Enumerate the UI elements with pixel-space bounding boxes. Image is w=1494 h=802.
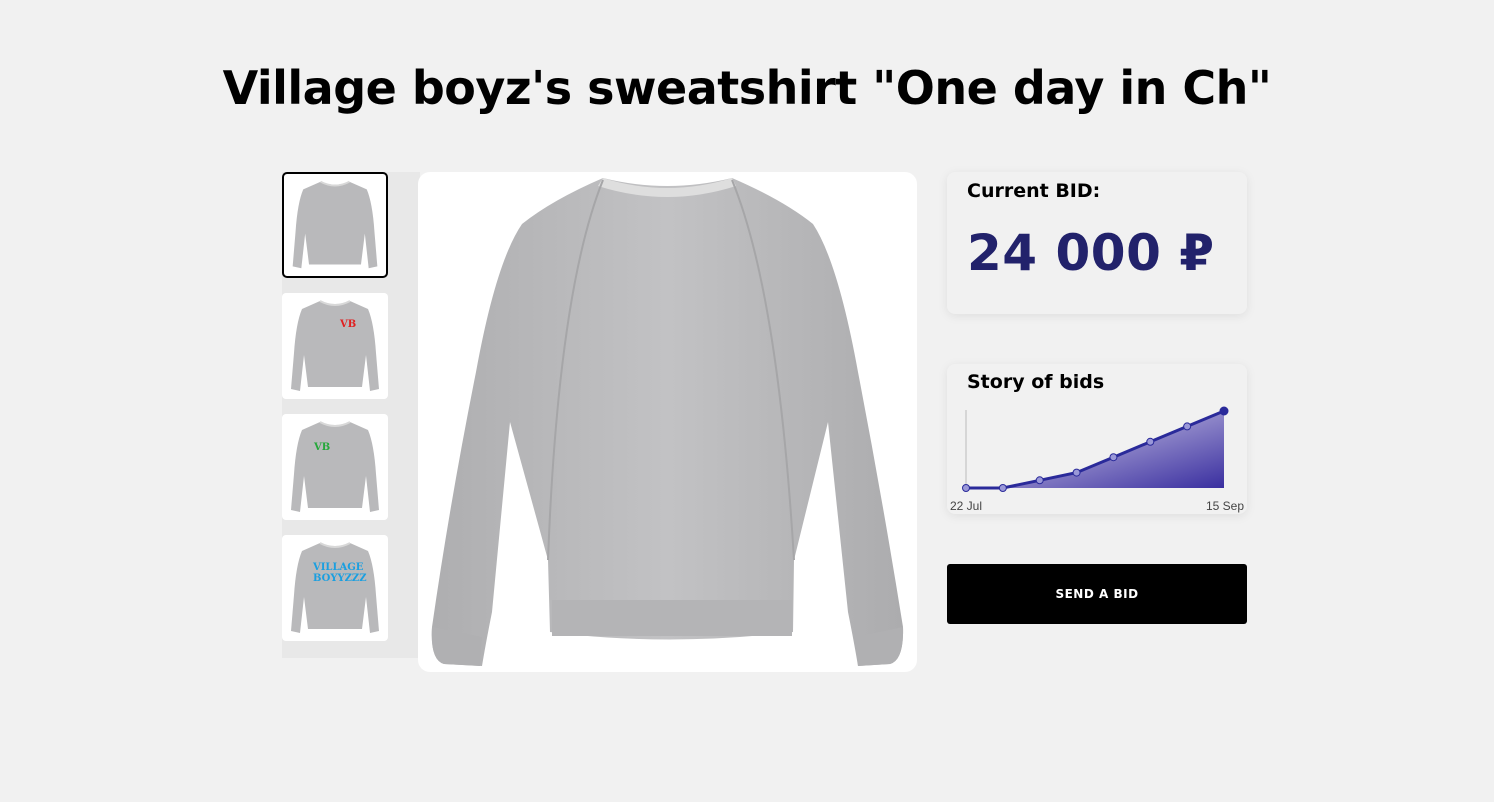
bid-point[interactable]	[962, 484, 970, 492]
thumbnail-4[interactable]: VILLAGE BOYYZZZ	[282, 535, 388, 641]
bid-history-card: Story of bids 22 Jul 15 Sep	[947, 364, 1247, 514]
thumbnail-3[interactable]: VB	[282, 414, 388, 520]
current-bid-card: Current BID: 24 000 ₽	[947, 172, 1247, 314]
current-bid-label: Current BID:	[967, 180, 1101, 202]
bid-point[interactable]	[1146, 437, 1155, 446]
sweatshirt-thumb-image	[291, 421, 379, 512]
sweatshirt-image	[431, 178, 904, 666]
thumbnail-1[interactable]	[282, 172, 388, 278]
thumbnail-print-text: VB	[340, 319, 357, 330]
bid-point[interactable]	[998, 484, 1007, 492]
main-product-image	[418, 172, 917, 672]
bid-point[interactable]	[1183, 422, 1192, 431]
sweatshirt-thumb-image	[291, 300, 379, 391]
x-tick-label-end: 15 Sep	[1206, 499, 1244, 513]
send-bid-button[interactable]: SEND A BID	[947, 564, 1247, 624]
product-page: Village boyz's sweatshirt "One day in Ch…	[0, 0, 1494, 802]
current-bid-value: 24 000 ₽	[967, 224, 1215, 282]
thumbnail-print-text: VB	[314, 442, 331, 453]
sweatshirt-thumb-image	[291, 542, 379, 633]
sweatshirt-thumb-image	[292, 180, 378, 269]
bid-history-area	[966, 411, 1224, 488]
x-tick-label-start: 22 Jul	[950, 499, 982, 513]
bid-point[interactable]	[1035, 476, 1044, 485]
thumbnail-2[interactable]: VB	[282, 293, 388, 399]
bid-point[interactable]	[1072, 468, 1081, 477]
thumbnail-list: VB VB VILLAGE BOYYZZZ	[282, 172, 420, 658]
bid-point[interactable]	[1219, 406, 1229, 416]
bid-point[interactable]	[1109, 453, 1118, 462]
bid-history-chart: 22 Jul 15 Sep	[950, 406, 1244, 513]
page-title: Village boyz's sweatshirt "One day in Ch…	[222, 61, 1272, 115]
thumbnail-print-text: VILLAGE BOYYZZZ	[313, 562, 367, 584]
